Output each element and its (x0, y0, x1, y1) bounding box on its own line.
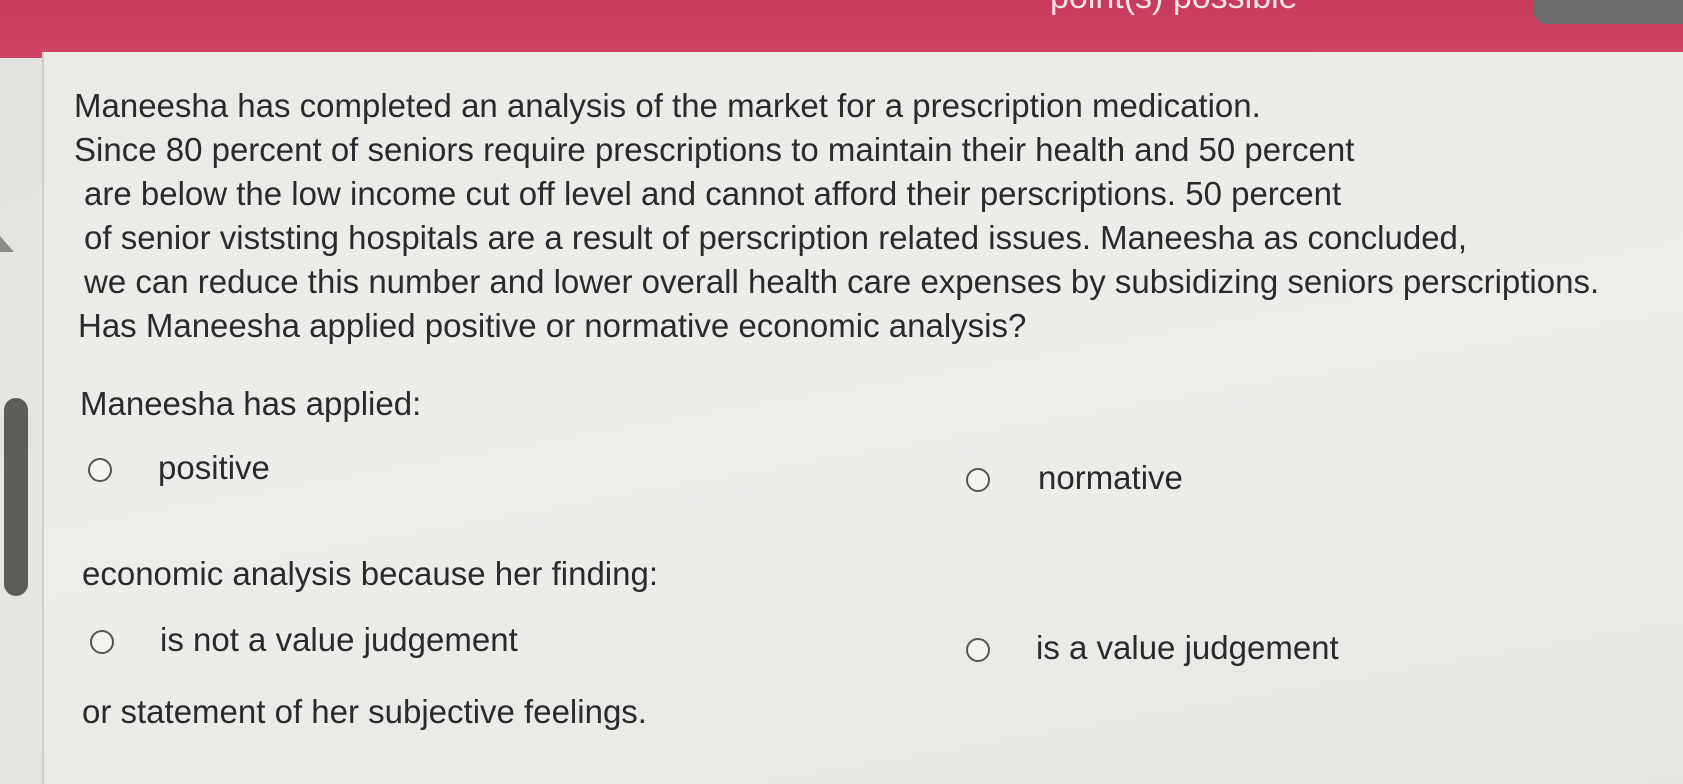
part2-suffix: or statement of her subjective feelings. (82, 693, 647, 730)
option-not-value-judgement-label[interactable]: is not a value judgement (160, 618, 518, 662)
part1-prompt: Maneesha has applied: (80, 385, 422, 422)
part2-prompt: economic analysis because her finding: (82, 555, 659, 592)
option-positive-label[interactable]: positive (158, 446, 270, 490)
radio-normative[interactable] (966, 468, 990, 492)
radio-not-value-judgement[interactable] (90, 630, 114, 654)
question-line-2: Since 80 percent of seniors require pres… (74, 131, 1355, 168)
question-line-1: Maneesha has completed an analysis of th… (74, 87, 1261, 124)
question-line-6: Has Maneesha applied positive or normati… (78, 307, 1027, 344)
option-value-judgement-label[interactable]: is a value judgement (1036, 626, 1339, 670)
points-possible-label: point(s) possible (1050, 0, 1298, 17)
question-line-5: we can reduce this number and lower over… (84, 263, 1600, 300)
radio-positive[interactable] (88, 458, 112, 482)
question-line-4: of senior viststing hospitals are a resu… (84, 219, 1468, 256)
screen: point(s) possible Maneesha has completed… (0, 0, 1683, 784)
scrollbar-handle[interactable] (4, 398, 28, 596)
radio-value-judgement[interactable] (966, 638, 990, 662)
top-bar: point(s) possible (0, 0, 1683, 58)
top-bar-corner (1533, 0, 1683, 24)
collapse-arrow-icon[interactable] (0, 236, 14, 252)
question-line-3: are below the low income cut off level a… (84, 175, 1342, 212)
option-normative-label[interactable]: normative (1038, 456, 1183, 500)
